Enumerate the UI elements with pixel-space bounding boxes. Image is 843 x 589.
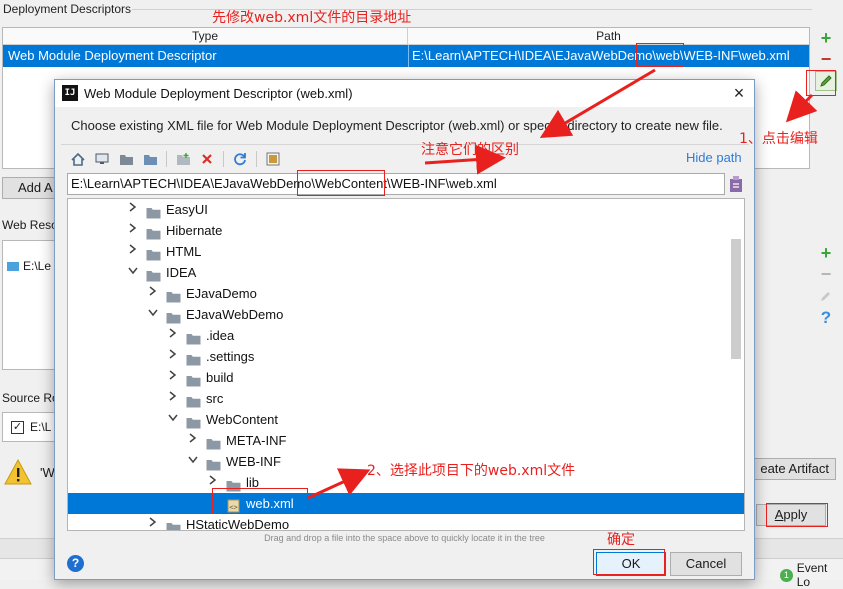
- arrow-to-diff-note: [539, 68, 656, 139]
- arrow-to-edit-button: [785, 90, 818, 123]
- annotation-arrows: [307, 68, 818, 500]
- arrow-diff-to-path: [424, 144, 506, 175]
- arrow-to-webxml: [307, 468, 371, 500]
